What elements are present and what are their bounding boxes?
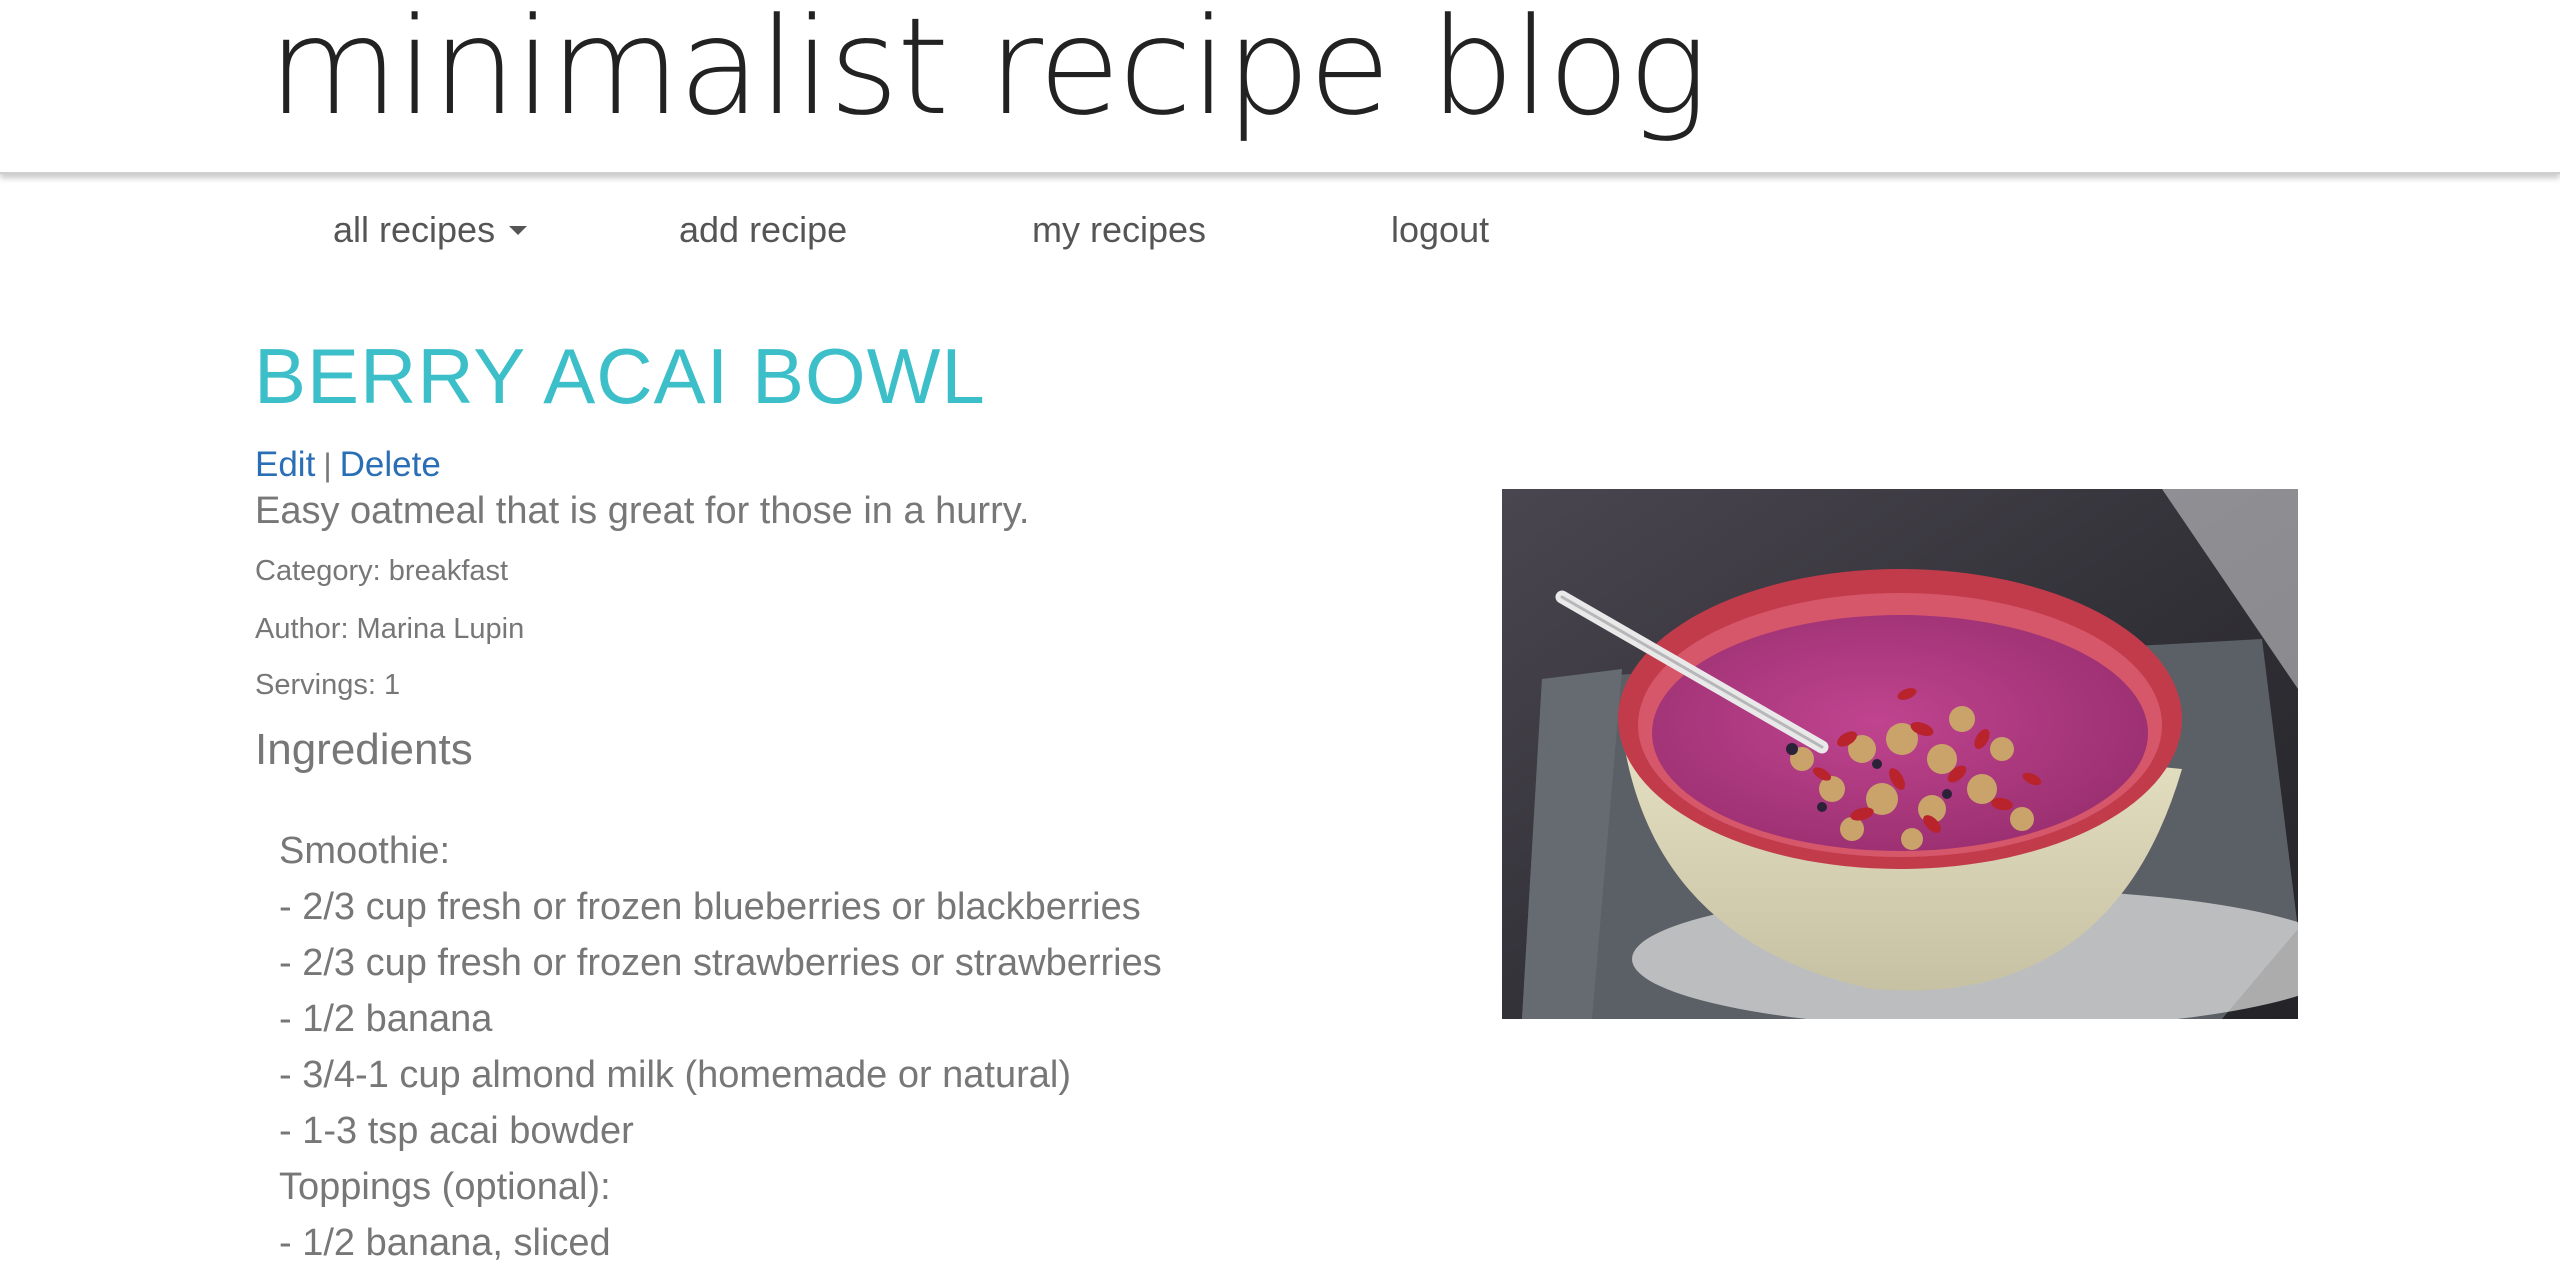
acai-bowl-photo bbox=[1502, 489, 2298, 1019]
nav-logout[interactable]: logout bbox=[1391, 200, 1489, 260]
ingredient-item: - 2/3 cup fresh or frozen blueberries or… bbox=[279, 886, 1141, 928]
recipe-category: Category: breakfast bbox=[255, 555, 509, 587]
nav-my-recipes[interactable]: my recipes bbox=[1032, 200, 1206, 260]
ingredients-heading: Ingredients bbox=[255, 725, 473, 774]
ingredient-item: - 1/2 banana bbox=[279, 998, 493, 1040]
ingredient-item: - 2/3 cup fresh or frozen strawberries o… bbox=[279, 942, 1162, 984]
recipe-description: Easy oatmeal that is great for those in … bbox=[255, 490, 1030, 532]
nav-all-recipes-label: all recipes bbox=[333, 209, 496, 250]
recipe-title: BERRY ACAI BOWL bbox=[254, 332, 986, 420]
main-nav: all recipes add recipe my recipes logout bbox=[0, 200, 2560, 260]
recipe-author: Author: Marina Lupin bbox=[255, 613, 525, 645]
nav-all-recipes-dropdown[interactable]: all recipes bbox=[333, 200, 528, 260]
ingredient-item: - 3/4-1 cup almond milk (homemade or nat… bbox=[279, 1054, 1072, 1096]
nav-add-recipe[interactable]: add recipe bbox=[679, 200, 847, 260]
delete-link[interactable]: Delete bbox=[340, 445, 441, 484]
ingredients-list: Smoothie: - 2/3 cup fresh or frozen blue… bbox=[279, 823, 1162, 1271]
action-separator: | bbox=[323, 447, 332, 483]
ingredient-item: - 1-3 tsp acai bowder bbox=[279, 1110, 634, 1152]
edit-link[interactable]: Edit bbox=[255, 445, 315, 484]
caret-down-icon bbox=[509, 225, 528, 235]
recipe-actions: Edit | Delete bbox=[255, 442, 441, 488]
ingredient-item: - 1/2 banana, sliced bbox=[279, 1222, 611, 1264]
site-title[interactable]: minimalist recipe blog bbox=[268, 0, 1708, 142]
recipe-servings: Servings: 1 bbox=[255, 669, 401, 701]
site-header: minimalist recipe blog bbox=[0, 0, 2560, 174]
ingredient-item: Toppings (optional): bbox=[279, 1166, 611, 1208]
ingredient-item: Smoothie: bbox=[279, 830, 451, 872]
